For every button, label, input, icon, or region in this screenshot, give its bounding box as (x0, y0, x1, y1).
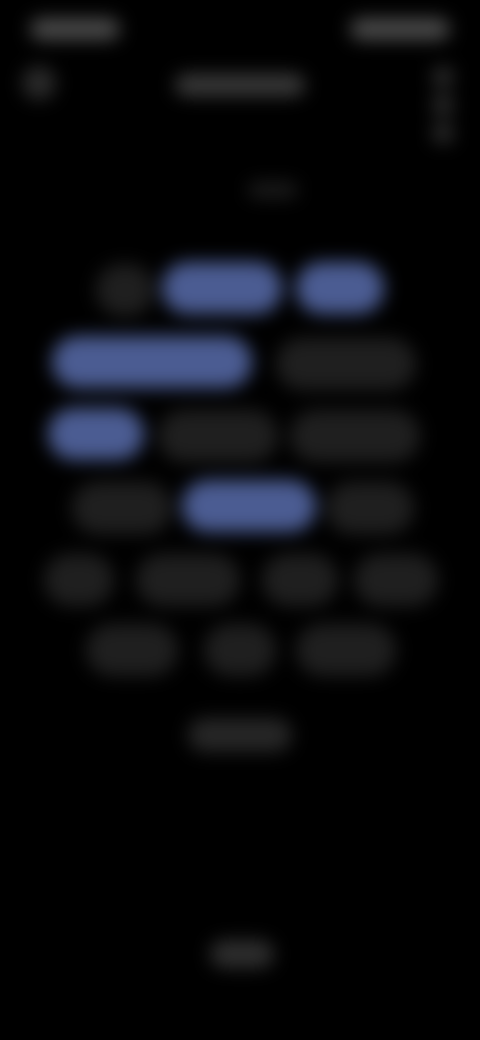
chip[interactable] (326, 482, 414, 534)
chip-selected[interactable] (52, 336, 252, 388)
app-screen (0, 0, 480, 1040)
status-icons (350, 18, 450, 40)
page-title (175, 74, 305, 96)
continue-button[interactable] (188, 718, 292, 752)
chip[interactable] (72, 482, 172, 534)
chip[interactable] (158, 410, 278, 462)
chip-selected[interactable] (182, 480, 316, 532)
chip[interactable] (296, 624, 396, 676)
action-icon[interactable] (432, 122, 454, 144)
subtitle (248, 182, 298, 198)
chip[interactable] (86, 624, 178, 676)
chip[interactable] (204, 624, 276, 676)
chip[interactable] (44, 554, 114, 606)
status-time (30, 18, 120, 40)
chip[interactable] (96, 264, 154, 316)
chip[interactable] (290, 410, 420, 462)
chip[interactable] (262, 554, 338, 606)
chip-selected[interactable] (162, 262, 282, 314)
status-bar (30, 18, 450, 42)
chip[interactable] (276, 338, 416, 390)
action-icon[interactable] (432, 66, 454, 88)
chip[interactable] (136, 554, 240, 606)
back-button[interactable] (22, 66, 56, 100)
chip[interactable] (354, 554, 438, 606)
chip-selected[interactable] (48, 408, 144, 460)
action-icon[interactable] (432, 94, 454, 116)
side-actions (428, 60, 458, 150)
chip-selected[interactable] (296, 262, 384, 314)
home-indicator (210, 940, 274, 968)
